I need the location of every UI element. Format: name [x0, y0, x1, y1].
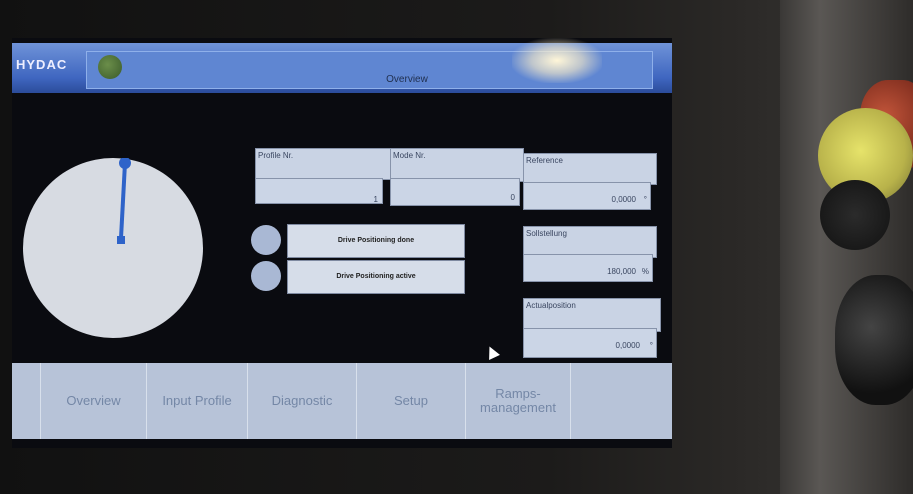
nav-diagnostic[interactable]: Diagnostic [248, 363, 357, 439]
screen-glare [512, 38, 602, 83]
positioning-done-indicator: Drive Positioning done [287, 224, 465, 258]
nav-edge [12, 363, 41, 439]
actual-position-field[interactable]: 0,0000 ° [523, 328, 657, 358]
mode-nr-field[interactable]: 0 [390, 178, 520, 206]
logo: HYDAC [16, 57, 68, 72]
reference-field[interactable]: 0,0000 ° [523, 182, 651, 210]
selector-knob[interactable] [835, 275, 913, 405]
reference-value: 0,0000 [611, 195, 636, 204]
hmi-screen: HYDAC Overview Profile Nr. 1 Mode Nr. 0 … [12, 38, 672, 448]
mouse-cursor-icon [484, 344, 500, 360]
nav-overview[interactable]: Overview [41, 363, 147, 439]
status-led-icon [98, 55, 122, 79]
reference-unit: ° [643, 195, 647, 204]
reference-label: Reference [523, 153, 657, 185]
profile-nr-label: Profile Nr. [255, 148, 391, 180]
nav-input-profile[interactable]: Input Profile [147, 363, 248, 439]
nav-setup[interactable]: Setup [357, 363, 466, 439]
mode-nr-label: Mode Nr. [390, 148, 524, 182]
gauge-pointer-icon [117, 157, 131, 244]
control-knob[interactable] [820, 180, 890, 250]
positioning-done-led-icon [251, 225, 281, 255]
actual-position-label: Actualposition [523, 298, 661, 332]
profile-nr-field[interactable]: 1 [255, 178, 383, 204]
actual-position-unit: ° [649, 341, 653, 350]
set-position-value: 180,000 [607, 267, 636, 276]
positioning-active-led-icon [251, 261, 281, 291]
positioning-active-indicator: Drive Positioning active [287, 260, 465, 294]
actual-position-value: 0,0000 [615, 341, 640, 350]
set-position-unit: % [641, 267, 649, 276]
set-position-field[interactable]: 180,000 % [523, 254, 653, 282]
nav-ramps-management[interactable]: Ramps-management [466, 363, 571, 439]
position-gauge [23, 157, 203, 338]
nav-empty-slot[interactable] [571, 363, 672, 439]
